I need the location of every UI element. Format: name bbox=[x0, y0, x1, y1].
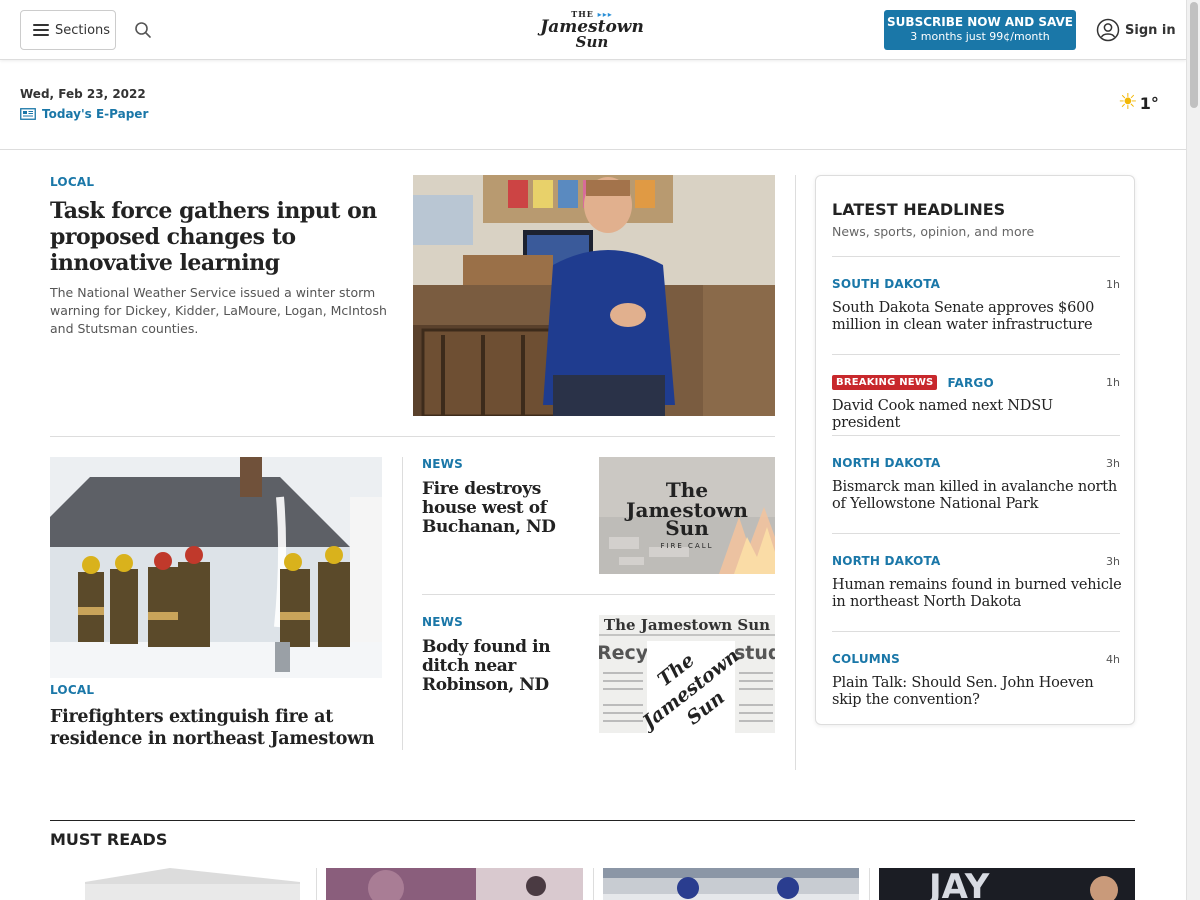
sign-in-button[interactable]: Sign in bbox=[1096, 18, 1176, 42]
item-kicker[interactable]: SOUTH DAKOTA bbox=[832, 277, 940, 291]
item-time: 1h bbox=[1106, 277, 1120, 291]
newspaper-icon bbox=[20, 108, 36, 120]
hamburger-icon bbox=[33, 24, 49, 36]
weather-widget[interactable]: ☀ 1° bbox=[1118, 92, 1159, 114]
latest-headline-item[interactable]: NORTH DAKOTA 3h Human remains found in b… bbox=[832, 533, 1122, 610]
item-kicker[interactable]: FARGO bbox=[947, 376, 993, 390]
latest-headlines-title: LATEST HEADLINES bbox=[832, 200, 1006, 219]
lead-headline[interactable]: Task force gathers input on proposed cha… bbox=[50, 198, 390, 276]
feature-headline[interactable]: Firefighters extinguish fire at residenc… bbox=[50, 706, 380, 750]
sections-menu-button[interactable]: Sections bbox=[20, 10, 116, 50]
site-logo[interactable]: THE ▸▸▸ Jamestown Sun bbox=[540, 10, 644, 52]
user-icon bbox=[1096, 18, 1120, 42]
fire-call-photo[interactable]: The Jamestown Sun FIRE CALL bbox=[599, 457, 775, 574]
latest-headline-item[interactable]: BREAKING NEWS FARGO 1h David Cook named … bbox=[832, 354, 1120, 431]
sun-icon: ☀ bbox=[1118, 90, 1138, 115]
latest-headlines-subtitle: News, sports, opinion, and more bbox=[832, 224, 1035, 239]
latest-headline-item[interactable]: SOUTH DAKOTA 1h South Dakota Senate appr… bbox=[832, 256, 1120, 333]
firefighters-photo[interactable] bbox=[50, 457, 382, 678]
story-headline[interactable]: Body found in ditch near Robinson, ND bbox=[422, 638, 582, 695]
item-kicker[interactable]: COLUMNS bbox=[832, 652, 900, 666]
breaking-news-badge: BREAKING NEWS bbox=[832, 375, 938, 390]
story-headline[interactable]: Fire destroys house west of Buchanan, ND bbox=[422, 480, 582, 537]
newspaper-masthead: The Jamestown Sun bbox=[604, 616, 770, 634]
item-kicker[interactable]: NORTH DAKOTA bbox=[832, 554, 941, 568]
must-read-card-photo[interactable]: JAY bbox=[879, 868, 1135, 900]
item-time: 3h bbox=[1106, 554, 1120, 568]
fire-call-logo-line3: Sun bbox=[665, 516, 709, 540]
must-read-card-photo[interactable] bbox=[50, 868, 307, 900]
logo-line2: Sun bbox=[575, 33, 609, 51]
must-read-card-photo[interactable] bbox=[603, 868, 859, 900]
section-rule bbox=[50, 820, 1135, 821]
date-bar: Wed, Feb 23, 2022 Today's E-Paper ☀ 1° bbox=[0, 60, 1186, 150]
latest-headline-item[interactable]: NORTH DAKOTA 3h Bismarck man killed in a… bbox=[832, 435, 1120, 512]
item-time: 4h bbox=[1106, 652, 1120, 666]
item-headline[interactable]: David Cook named next NDSU president bbox=[832, 398, 1122, 432]
item-time: 3h bbox=[1106, 456, 1120, 470]
item-time: 1h bbox=[1106, 376, 1120, 389]
item-kicker[interactable]: NORTH DAKOTA bbox=[832, 456, 941, 470]
item-headline[interactable]: Bismarck man killed in avalanche north o… bbox=[832, 479, 1122, 513]
story-kicker[interactable]: NEWS bbox=[422, 615, 463, 629]
temperature: 1° bbox=[1139, 93, 1159, 113]
lead-kicker[interactable]: LOCAL bbox=[50, 175, 94, 189]
sign-in-label: Sign in bbox=[1125, 22, 1176, 38]
epaper-link[interactable]: Today's E-Paper bbox=[20, 107, 148, 121]
subscribe-line2: 3 months just 99¢/month bbox=[910, 30, 1050, 43]
newspaper-logo-photo[interactable]: The Jamestown Sun Recycl studi The James… bbox=[599, 615, 775, 733]
feature-kicker[interactable]: LOCAL bbox=[50, 683, 94, 697]
epaper-label: Today's E-Paper bbox=[42, 107, 149, 121]
fire-call-tag: FIRE CALL bbox=[660, 542, 713, 550]
divider bbox=[593, 868, 594, 900]
lead-photo[interactable] bbox=[413, 175, 775, 416]
divider bbox=[50, 436, 775, 437]
current-date: Wed, Feb 23, 2022 bbox=[20, 87, 146, 101]
divider bbox=[869, 868, 870, 900]
subscribe-line1: SUBSCRIBE NOW AND SAVE bbox=[887, 15, 1073, 29]
story-kicker[interactable]: NEWS bbox=[422, 457, 463, 471]
divider bbox=[795, 175, 796, 770]
sections-label: Sections bbox=[55, 22, 111, 38]
item-headline[interactable]: Plain Talk: Should Sen. John Hoeven skip… bbox=[832, 675, 1122, 709]
site-header: Sections THE ▸▸▸ Jamestown Sun SUBSCRIBE… bbox=[0, 0, 1186, 60]
divider bbox=[402, 457, 403, 750]
page-scrollbar[interactable] bbox=[1186, 0, 1200, 900]
latest-headlines-panel: LATEST HEADLINES News, sports, opinion, … bbox=[815, 175, 1135, 725]
must-reads-title: MUST READS bbox=[50, 830, 168, 849]
item-headline[interactable]: Human remains found in burned vehicle in… bbox=[832, 577, 1122, 611]
item-headline[interactable]: South Dakota Senate approves $600 millio… bbox=[832, 300, 1122, 334]
divider bbox=[316, 868, 317, 900]
latest-headline-item[interactable]: COLUMNS 4h Plain Talk: Should Sen. John … bbox=[832, 631, 1120, 708]
lead-summary: The National Weather Service issued a wi… bbox=[50, 285, 387, 336]
must-read-photo-text: JAY bbox=[927, 868, 990, 900]
divider bbox=[422, 594, 775, 595]
subscribe-button[interactable]: SUBSCRIBE NOW AND SAVE 3 months just 99¢… bbox=[884, 10, 1076, 50]
search-icon[interactable] bbox=[134, 21, 152, 39]
scrollbar-thumb[interactable] bbox=[1190, 2, 1198, 108]
must-read-card-photo[interactable] bbox=[326, 868, 583, 900]
